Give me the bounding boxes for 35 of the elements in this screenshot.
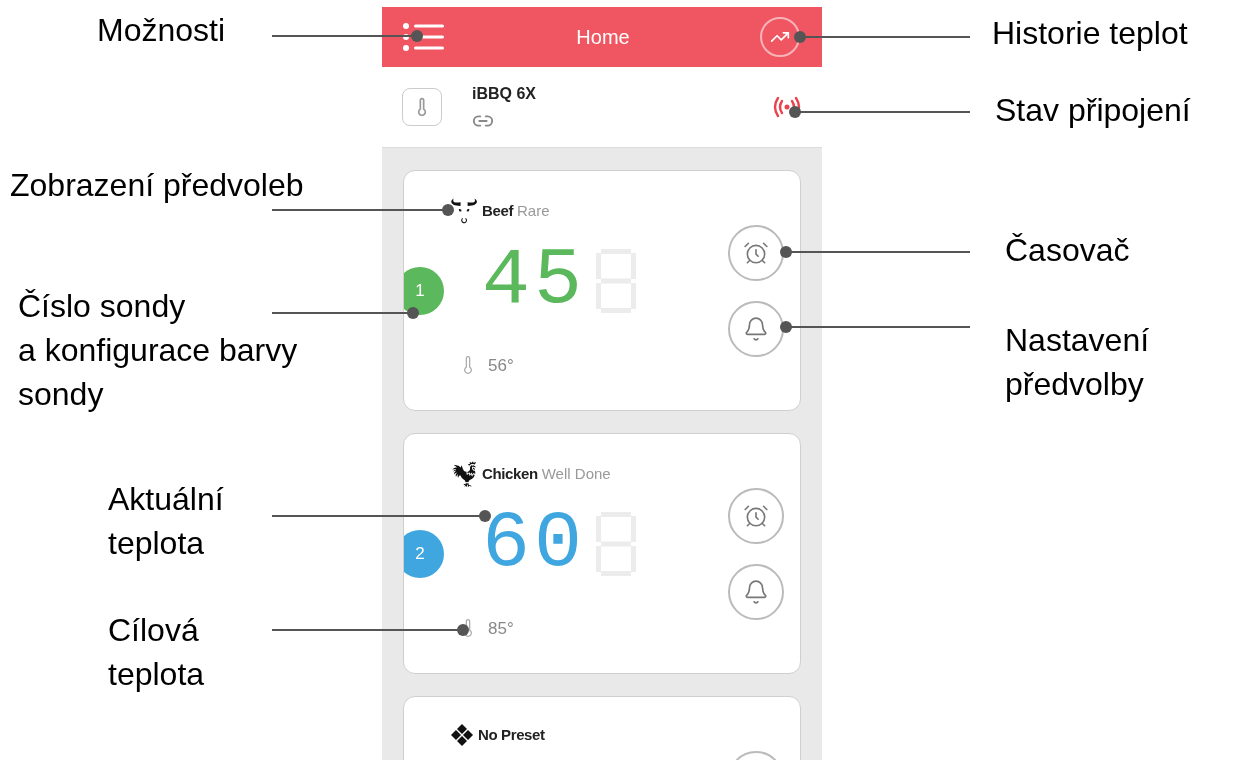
callout-label: Historie teplot xyxy=(992,14,1188,53)
probe-number-badge[interactable]: 2 xyxy=(404,529,444,578)
bell-icon xyxy=(743,578,769,605)
probe-number-badge[interactable]: 1 xyxy=(404,266,444,315)
timer-button[interactable] xyxy=(728,487,784,544)
alarm-clock-icon xyxy=(743,239,769,266)
header-title: Home xyxy=(576,25,630,50)
preset-name: Chicken xyxy=(482,463,538,484)
bull-icon xyxy=(450,197,478,225)
callout-label: Číslo sondy a konfigurace barvy sondy xyxy=(18,287,298,414)
preset-button[interactable] xyxy=(728,563,784,620)
target-temperature: 85° xyxy=(488,617,514,640)
device-name: iBBQ 6X xyxy=(472,84,536,104)
target-temperature: 56° xyxy=(488,354,514,377)
device-row[interactable]: iBBQ 6X xyxy=(382,67,822,148)
callout-label: Možnosti xyxy=(97,11,226,50)
callout-label: Zobrazení předvoleb xyxy=(10,166,304,205)
preset-name: Beef xyxy=(482,200,513,221)
callout-label: Časovač xyxy=(1005,231,1130,270)
bell-icon xyxy=(743,315,769,342)
callout-label: Nastavení předvolby xyxy=(1005,321,1150,404)
menu-button[interactable] xyxy=(402,22,446,52)
callout-label: Aktuální teplota xyxy=(108,480,224,563)
current-temperature: 60 xyxy=(482,512,586,576)
current-temperature: 45 xyxy=(482,249,586,313)
alarm-clock-icon xyxy=(743,502,769,529)
callout-label: Stav připojení xyxy=(995,91,1191,130)
preset-name: No Preset xyxy=(478,724,545,745)
rooster-icon xyxy=(450,460,478,488)
signal-icon xyxy=(772,96,802,118)
menu-icon xyxy=(402,22,446,52)
doneness-label: Well Done xyxy=(541,463,611,484)
callout-label: Cílová teplota xyxy=(108,611,205,694)
doneness-label: Rare xyxy=(517,200,550,221)
diamonds-icon xyxy=(450,723,474,747)
